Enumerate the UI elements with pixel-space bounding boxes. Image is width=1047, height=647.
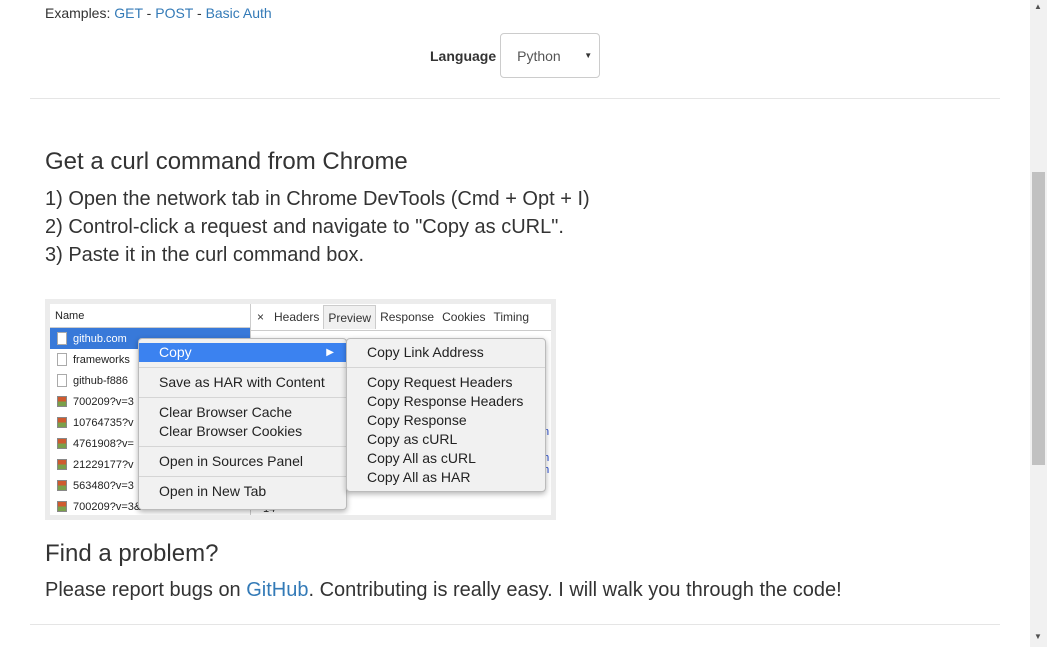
vertical-scrollbar[interactable]: ▲ ▼ [1030,0,1047,647]
menu-separator [139,446,346,447]
name-column-header: Name [50,304,250,328]
language-label: Language [430,47,497,64]
separator: - [197,5,202,21]
menu-item-copy-as-curl: Copy as cURL [367,431,458,447]
language-row: Language Python ▼ [430,33,601,78]
separator: - [146,5,152,21]
menu-item-copy-link: Copy Link Address [367,344,484,360]
image-icon [57,501,67,512]
menu-separator [347,367,545,368]
menu-item-copy-request-headers: Copy Request Headers [367,374,513,390]
image-icon [57,417,67,428]
menu-item-copy-all-curl: Copy All as cURL [367,450,476,466]
menu-item-copy-all-har: Copy All as HAR [367,469,471,485]
document-icon [57,332,67,345]
menu-separator [139,367,346,368]
context-menu: Copy ▶ Save as HAR with Content Clear Bro… [138,338,347,510]
menu-item-clear-cache: Clear Browser Cache [159,404,293,420]
tab-cookies: Cookies [442,310,486,324]
document-icon [57,374,67,387]
submenu-arrow-icon: ▶ [326,347,334,358]
menu-separator [139,397,346,398]
tab-timing: Timing [493,310,530,324]
divider [30,98,1000,99]
menu-item-copy: Copy ▶ [139,343,346,362]
menu-item-open-new-tab: Open in New Tab [159,483,267,499]
image-icon [57,396,67,407]
dropdown-caret-icon: ▼ [584,51,593,60]
chrome-section-heading: Get a curl command from Chrome [45,148,408,175]
tab-preview: Preview [323,305,377,329]
image-icon [57,438,67,449]
scroll-up-arrow-icon[interactable]: ▲ [1034,2,1042,11]
close-icon: × [257,310,265,324]
examples-prefix: Examples: [45,5,111,21]
menu-item-copy-response: Copy Response [367,412,467,428]
menu-item-open-sources: Open in Sources Panel [159,453,303,469]
step-3: 3) Paste it in the curl command box. [45,244,365,266]
devtools-tabs: × Headers Preview Response Cookies Timin… [251,304,551,331]
tab-headers: Headers [274,310,320,324]
example-basic-auth-link[interactable]: Basic Auth [206,5,272,21]
example-get-link[interactable]: GET [114,5,143,21]
problem-text: Please report bugs on GitHub. Contributi… [45,576,842,604]
devtools-screenshot-content: Name github.com frameworks github-f886 7… [50,304,551,515]
problem-section-heading: Find a problem? [45,540,219,567]
copy-submenu: Copy Link Address Copy Request Headers C… [346,338,546,492]
problem-text-before: Please report bugs on [45,579,247,601]
menu-item-clear-cookies: Clear Browser Cookies [159,423,303,439]
github-link[interactable]: GitHub [246,579,308,601]
tab-response: Response [380,310,435,324]
divider [30,624,1000,625]
examples-line: Examples: GET - POST - Basic Auth [45,5,272,21]
step-2: 2) Control-click a request and navigate … [45,216,564,238]
step-1: 1) Open the network tab in Chrome DevToo… [45,188,590,210]
menu-item-copy-response-headers: Copy Response Headers [367,393,524,409]
image-icon [57,459,67,470]
menu-item-save-har: Save as HAR with Content [159,374,325,390]
document-icon [57,353,67,366]
language-selected-value: Python [517,47,561,64]
scrollbar-thumb[interactable] [1032,172,1045,465]
menu-separator [139,476,346,477]
scroll-down-arrow-icon[interactable]: ▼ [1034,632,1042,641]
devtools-screenshot-image: Name github.com frameworks github-f886 7… [45,299,556,520]
image-icon [57,480,67,491]
problem-text-after: . Contributing is really easy. I will wa… [308,579,842,601]
language-select[interactable]: Python ▼ [500,33,601,78]
example-post-link[interactable]: POST [155,5,193,21]
